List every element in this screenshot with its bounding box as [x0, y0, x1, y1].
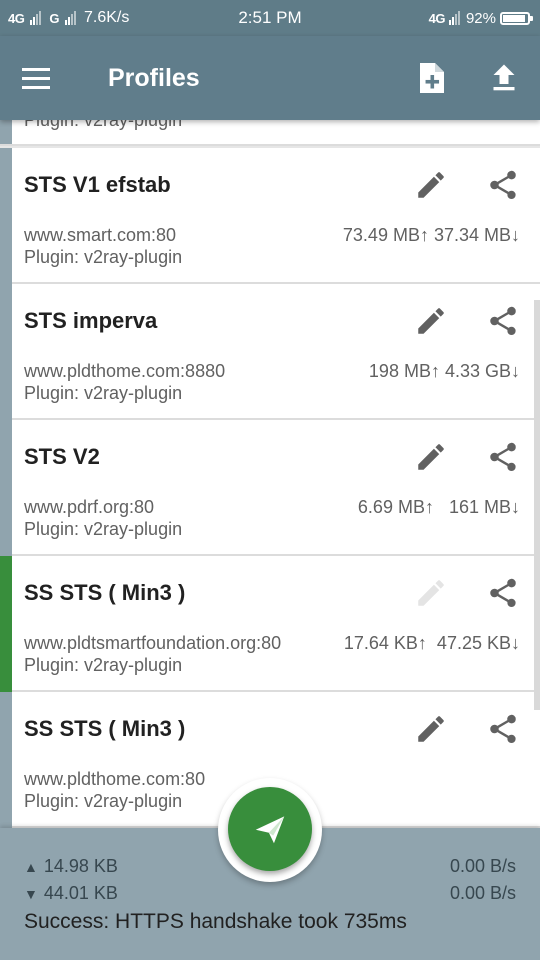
- share-icon[interactable]: [486, 576, 520, 610]
- tx-rate: 0.00 B/s: [449, 856, 516, 876]
- profile-card-partial[interactable]: Plugin: v2ray-plugin: [0, 120, 540, 146]
- share-icon[interactable]: [486, 304, 520, 338]
- profile-plugin: Plugin: v2ray-plugin: [24, 383, 183, 403]
- share-icon[interactable]: [486, 712, 520, 746]
- download-arrow-icon: ▼: [24, 886, 38, 902]
- page-title: Profiles: [108, 63, 200, 92]
- battery-percent: 92%: [465, 9, 496, 27]
- profile-traffic: 73.49 MB↑ 37.34 MB↓: [342, 225, 520, 245]
- edit-icon[interactable]: [414, 304, 448, 338]
- profile-host: www.smart.com:80: [24, 225, 177, 245]
- rx-total: ▼ 44.01 KB: [24, 883, 118, 904]
- signal-right-icon: [448, 11, 460, 25]
- profile-indicator: [0, 692, 12, 828]
- profile-traffic: 198 MB↑ 4.33 GB↓: [368, 361, 520, 381]
- profile-indicator: [0, 284, 12, 420]
- profile-host: www.pdrf.org:80: [24, 497, 155, 517]
- network-type-right: 4G: [428, 10, 446, 26]
- rx-total-value: 44.01 KB: [43, 883, 118, 903]
- profile-card[interactable]: STS V1 efstab www.smart.com:80 Plugin: v…: [0, 148, 540, 284]
- rx-rate: 0.00 B/s: [449, 883, 516, 903]
- connection-status-message: Success: HTTPS handshake took 735ms: [24, 910, 407, 933]
- profile-host: www.pldthome.com:80: [24, 769, 206, 789]
- profile-indicator: [0, 420, 12, 556]
- paper-plane-icon: [255, 816, 285, 844]
- edit-icon[interactable]: [414, 168, 448, 202]
- app-bar: Profiles: [0, 36, 540, 120]
- status-right-group: 4G 92%: [428, 0, 533, 36]
- profile-card[interactable]: STS V2 www.pdrf.org:80 Plugin: v2ray-plu…: [0, 420, 540, 556]
- profile-indicator: [0, 148, 12, 284]
- profile-name: STS imperva: [24, 308, 158, 333]
- share-icon[interactable]: [486, 168, 520, 202]
- hamburger-menu-icon[interactable]: [22, 60, 62, 96]
- profile-name: STS V2: [24, 444, 100, 469]
- profile-list[interactable]: Plugin: v2ray-plugin STS V1 efstab www.s…: [0, 120, 540, 828]
- profile-name: SS STS ( Min3 ): [24, 716, 186, 741]
- profile-plugin: Plugin: v2ray-plugin: [24, 519, 183, 539]
- upload-icon[interactable]: [486, 60, 522, 96]
- profile-name: STS V1 efstab: [24, 172, 171, 197]
- scrollbar[interactable]: [534, 300, 540, 710]
- profile-indicator-active: [0, 556, 12, 692]
- profile-plugin: Plugin: v2ray-plugin: [24, 247, 183, 267]
- edit-icon-disabled: [418, 580, 444, 606]
- profile-host: www.pldthome.com:8880: [24, 361, 226, 381]
- share-icon[interactable]: [486, 440, 520, 474]
- profile-indicator: [0, 120, 12, 144]
- profile-name: SS STS ( Min3 ): [24, 580, 186, 605]
- tx-total-value: 14.98 KB: [43, 856, 118, 876]
- profile-card-active[interactable]: SS STS ( Min3 ) www.pldtsmartfoundation.…: [0, 556, 540, 692]
- edit-icon[interactable]: [414, 440, 448, 474]
- profile-plugin: Plugin: v2ray-plugin: [24, 791, 183, 811]
- status-bar: 4G G 7.6K/s 2:51 PM 4G 92%: [0, 0, 540, 36]
- profile-plugin: Plugin: v2ray-plugin: [24, 120, 183, 130]
- profile-traffic: 6.69 MB↑ 161 MB↓: [357, 497, 520, 517]
- tx-total: ▲ 14.98 KB: [24, 856, 118, 877]
- profile-card[interactable]: STS imperva www.pldthome.com:8880 Plugin…: [0, 284, 540, 420]
- connect-fab-button[interactable]: [228, 787, 312, 871]
- upload-arrow-icon: ▲: [24, 859, 38, 875]
- add-profile-icon[interactable]: [414, 60, 450, 96]
- edit-icon[interactable]: [414, 712, 448, 746]
- battery-icon: [500, 11, 533, 25]
- battery-fill: [503, 14, 525, 22]
- profile-plugin: Plugin: v2ray-plugin: [24, 655, 183, 675]
- profile-traffic: 17.64 KB↑ 47.25 KB↓: [343, 633, 520, 653]
- profile-host: www.pldtsmartfoundation.org:80: [24, 633, 282, 653]
